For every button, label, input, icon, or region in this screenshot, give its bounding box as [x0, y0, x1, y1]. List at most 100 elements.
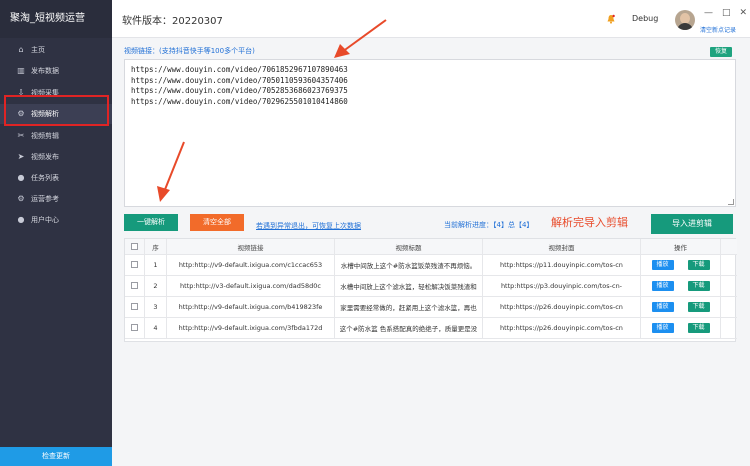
app-window: 聚淘_短视频运营 ⌂ 主页 ▥ 发布数据 ⇩ 视频采集 ⚙ 视频解析 ✂ 视频剪… — [0, 0, 750, 466]
play-button[interactable]: 播放 — [651, 301, 674, 312]
sidebar-item-label: 发布数据 — [31, 67, 59, 75]
row-title: 水槽中间放上这个滤水篮，轻松解决饭菜残渣和 — [335, 276, 483, 296]
parse-all-button[interactable]: 一键解析 — [124, 214, 178, 231]
sidebar-item-label: 视频采集 — [31, 89, 59, 97]
row-checkbox-cell — [125, 297, 145, 317]
import-annotation: 解析完导入剪辑 — [551, 216, 628, 229]
row-link: http:http://v9-default.ixigua.com/b41982… — [167, 297, 335, 317]
sidebar-item-video-edit[interactable]: ✂ 视频剪辑 — [0, 126, 112, 146]
person-icon: ● — [17, 215, 25, 224]
table-row[interactable]: 3 http:http://v9-default.ixigua.com/b419… — [125, 297, 737, 318]
sidebar-item-video-parse[interactable]: ⚙ 视频解析 — [0, 104, 112, 124]
select-all-checkbox[interactable] — [131, 243, 138, 250]
row-actions: 播放 下载 — [641, 255, 721, 275]
row-actions: 播放 下载 — [641, 276, 721, 296]
video-links-textarea[interactable]: https://www.douyin.com/video/70618529671… — [124, 59, 736, 207]
sidebar-item-label: 视频剪辑 — [31, 132, 59, 140]
sidebar-item-publish-data[interactable]: ▥ 发布数据 — [0, 61, 112, 81]
sidebar-item-label: 视频解析 — [31, 110, 59, 118]
resize-grip-icon[interactable] — [728, 199, 734, 205]
avatar[interactable] — [675, 10, 695, 30]
import-to-edit-button[interactable]: 导入进剪辑 — [651, 214, 733, 234]
header-title: 视频标题 — [335, 239, 483, 254]
window-controls: — □ ✕ — [704, 8, 747, 18]
row-checkbox[interactable] — [131, 261, 138, 269]
sidebar-item-user-center[interactable]: ● 用户中心 — [0, 210, 112, 230]
header-link: 视频链接 — [167, 239, 335, 254]
send-icon: ➤ — [17, 152, 25, 161]
sidebar-item-label: 主页 — [31, 46, 45, 54]
scissors-icon: ✂ — [17, 131, 25, 140]
row-title: 这个#防水篮 色系搭配真的绝绝子，质量更是没 — [335, 318, 483, 338]
row-link: http:http://v9-default.ixigua.com/c1ccac… — [167, 255, 335, 275]
header-actions: 操作 — [641, 239, 721, 254]
table-row[interactable]: 1 http:http://v9-default.ixigua.com/c1cc… — [125, 255, 737, 276]
table-row[interactable]: 4 http:http://v9-default.ixigua.com/3fbd… — [125, 318, 737, 339]
person-icon: ● — [17, 173, 25, 182]
row-cover: http:https://p11.douyinpic.com/tos-cn — [483, 255, 641, 275]
row-spacer — [721, 297, 737, 317]
sidebar-item-label: 视频发布 — [31, 153, 59, 161]
parse-progress: 当前解析进度：【4】总【4】 — [444, 221, 534, 229]
row-link: http:http://v9-default.ixigua.com/3fbda1… — [167, 318, 335, 338]
sidebar-item-video-publish[interactable]: ➤ 视频发布 — [0, 147, 112, 167]
row-checkbox[interactable] — [131, 303, 138, 311]
link-line: https://www.douyin.com/video/70501105936… — [131, 75, 348, 85]
sidebar-item-home[interactable]: ⌂ 主页 — [0, 40, 112, 60]
download-icon: ⇩ — [17, 88, 25, 97]
bar-chart-icon: ▥ — [17, 66, 25, 75]
sidebar-item-label: 任务列表 — [31, 174, 59, 182]
link-line: https://www.douyin.com/video/70618529671… — [131, 65, 348, 74]
row-actions: 播放 下载 — [641, 318, 721, 338]
gear-icon: ⚙ — [17, 109, 25, 118]
row-title: 水槽中间放上这个#防水篮饭菜残渣不再烦恼。 — [335, 255, 483, 275]
check-update-button[interactable]: 检查更新 — [0, 447, 112, 466]
sidebar-item-video-collect[interactable]: ⇩ 视频采集 — [0, 83, 112, 103]
row-title: 家里需要经常做的，赶紧用上这个滤水篮，再也 — [335, 297, 483, 317]
header-checkbox-cell — [125, 239, 145, 254]
debug-label[interactable]: Debug — [632, 14, 658, 23]
header-cover: 视频封面 — [483, 239, 641, 254]
maximize-button[interactable]: □ — [722, 8, 731, 18]
close-button[interactable]: ✕ — [740, 8, 748, 18]
header-spacer — [721, 239, 737, 254]
sidebar-item-label: 运营参考 — [31, 195, 59, 203]
minimize-button[interactable]: — — [704, 8, 713, 18]
row-index: 1 — [145, 255, 167, 275]
play-button[interactable]: 播放 — [651, 259, 674, 270]
gear-icon: ⚙ — [17, 194, 25, 203]
sidebar-item-label: 用户中心 — [31, 216, 59, 224]
download-button[interactable]: 下载 — [687, 280, 710, 291]
avatar-body — [677, 23, 693, 30]
play-button[interactable]: 播放 — [651, 322, 674, 333]
row-checkbox[interactable] — [131, 324, 138, 332]
row-checkbox[interactable] — [131, 282, 138, 290]
row-checkbox-cell — [125, 318, 145, 338]
sidebar-item-task-list[interactable]: ● 任务列表 — [0, 168, 112, 188]
recover-last-data-link[interactable]: 若遇到异常退出，可恢复上次数据 — [256, 221, 361, 231]
row-cover: http:https://p3.douyinpic.com/tos-cn- — [483, 276, 641, 296]
top-bar: 软件版本：20220307 Debug — □ ✕ 清空新点记录 — [112, 0, 750, 38]
row-spacer — [721, 318, 737, 338]
play-button[interactable]: 播放 — [651, 280, 674, 291]
table-row[interactable]: 2 http:http://v3-default.ixigua.com/dad5… — [125, 276, 737, 297]
row-cover: http:https://p26.douyinpic.com/tos-cn — [483, 318, 641, 338]
row-checkbox-cell — [125, 276, 145, 296]
row-index: 2 — [145, 276, 167, 296]
clear-all-button[interactable]: 清空全部 — [190, 214, 244, 231]
row-actions: 播放 下载 — [641, 297, 721, 317]
download-button[interactable]: 下载 — [687, 301, 710, 312]
version-label: 软件版本：20220307 — [122, 16, 223, 27]
home-icon: ⌂ — [18, 45, 24, 54]
clear-cache-link[interactable]: 清空新点记录 — [700, 25, 736, 34]
row-index: 4 — [145, 318, 167, 338]
row-cover: http:https://p26.douyinpic.com/tos-cn — [483, 297, 641, 317]
link-line: https://www.douyin.com/video/70296255010… — [131, 96, 348, 106]
row-spacer — [721, 276, 737, 296]
bell-icon[interactable] — [606, 14, 616, 24]
header-index: 序 — [145, 239, 167, 254]
download-button[interactable]: 下载 — [687, 259, 710, 270]
sidebar-item-ops-reference[interactable]: ⚙ 运营参考 — [0, 189, 112, 209]
download-button[interactable]: 下载 — [687, 322, 710, 333]
restore-button[interactable]: 恢复 — [710, 47, 732, 57]
